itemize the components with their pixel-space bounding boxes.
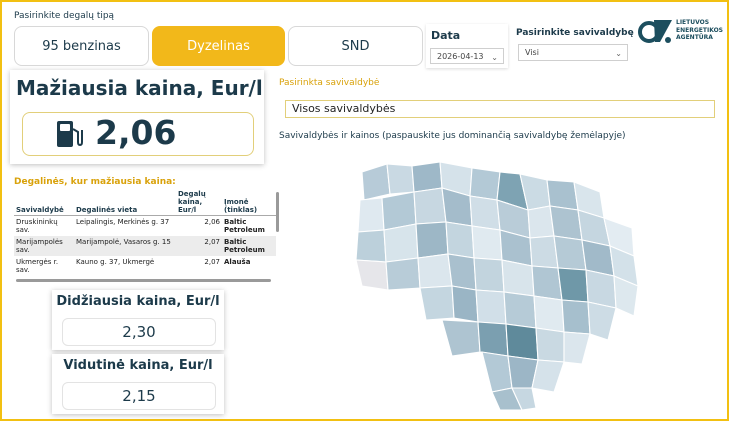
min-price-card: Mažiausia kaina, Eur/l 2,06	[10, 70, 264, 164]
column-header: Įmonė (tinklas)	[222, 189, 276, 216]
table-row[interactable]: Marijampolės sav. Marijampolė, Vasaros g…	[14, 236, 276, 256]
map-region[interactable]	[587, 301, 617, 341]
map-region[interactable]	[529, 235, 559, 269]
agency-logo-text: LIETUVOS ENERGETIKOS AGENTŪRA	[676, 19, 723, 41]
column-header: Degalų kaina, Eur/l	[176, 189, 222, 216]
map-region[interactable]	[355, 229, 387, 263]
max-price-card: Didžiausia kaina, Eur/l 2,30	[52, 290, 224, 350]
map-region[interactable]	[505, 323, 539, 361]
municipality-label: Pasirinkite savivaldybę	[516, 28, 634, 38]
date-dropdown[interactable]: 2026-04-13 ⌄	[430, 48, 504, 64]
cell-location: Marijampolė, Vasaros g. 15	[74, 236, 176, 256]
map-region[interactable]	[531, 265, 563, 301]
municipality-dropdown[interactable]: Visi ⌄	[518, 44, 628, 61]
fuel-pump-icon	[57, 121, 83, 147]
map-region[interactable]	[357, 197, 385, 233]
cell-price: 2,07	[204, 258, 220, 266]
map-region[interactable]	[561, 299, 591, 335]
map-region[interactable]	[411, 161, 443, 193]
map-region[interactable]	[477, 321, 509, 357]
map-region[interactable]	[557, 267, 589, 303]
table-horizontal-scrollbar[interactable]	[16, 279, 271, 282]
map-region[interactable]	[415, 221, 449, 259]
column-header: Savivaldybė	[14, 189, 74, 216]
map-region[interactable]	[475, 289, 507, 325]
stations-table: Savivaldybė Degalinės vieta Degalų kaina…	[14, 189, 276, 276]
map-region[interactable]	[503, 291, 537, 329]
map-region[interactable]	[501, 259, 535, 297]
fuel-type-label: Pasirinkite degalų tipą	[14, 11, 115, 21]
fuel-button-lpg[interactable]: SND	[288, 26, 423, 66]
map-region[interactable]	[549, 205, 583, 241]
cell-location: Leipalingis, Merkinės g. 37	[76, 218, 170, 226]
selected-municipality-box[interactable]: Visos savivaldybės	[285, 100, 715, 118]
municipality-map[interactable]	[342, 152, 662, 414]
map-title: Savivaldybės ir kainos (paspauskite jus …	[279, 131, 626, 141]
map-region[interactable]	[473, 257, 505, 293]
min-price-title: Mažiausia kaina, Eur/l	[16, 76, 263, 100]
max-price-value: 2,30	[62, 318, 216, 346]
cell-municipality: Ukmergės r. sav.	[16, 258, 59, 274]
column-header: Degalinės vieta	[74, 189, 176, 216]
map-region[interactable]	[553, 235, 587, 271]
cell-company: Alauša	[224, 258, 251, 266]
map-region[interactable]	[471, 225, 503, 261]
map-region[interactable]	[381, 191, 417, 231]
date-filter-card: Data 2026-04-13 ⌄	[426, 24, 508, 68]
cell-municipality: Marijampolės sav.	[14, 236, 74, 256]
map-region[interactable]	[413, 187, 447, 225]
map-region[interactable]	[447, 253, 477, 291]
date-value: 2026-04-13	[437, 51, 484, 61]
map-region[interactable]	[445, 221, 475, 259]
cell-company: Baltic Petroleum	[224, 218, 265, 234]
stations-title: Degalinės, kur mažiausia kaina:	[14, 177, 176, 187]
chevron-down-icon: ⌄	[615, 49, 622, 58]
min-price-value: 2,06	[95, 113, 177, 152]
stations-table-container[interactable]: Savivaldybė Degalinės vieta Degalų kaina…	[14, 189, 279, 283]
dashboard-frame: Pasirinkite degalų tipą 95 benzinas Dyze…	[0, 0, 729, 421]
map-region[interactable]	[417, 253, 453, 289]
map-region[interactable]	[386, 163, 415, 195]
map-region[interactable]	[361, 163, 391, 201]
avg-price-card: Vidutinė kaina, Eur/l 2,15	[52, 354, 224, 414]
agency-logo: LIETUVOS ENERGETIKOS AGENTŪRA	[638, 16, 726, 50]
fuel-button-diesel[interactable]: Dyzelinas	[152, 26, 285, 66]
map-region[interactable]	[469, 195, 501, 231]
fuel-button-95[interactable]: 95 benzinas	[14, 26, 149, 66]
min-price-box: 2,06	[22, 112, 254, 156]
table-row[interactable]: Ukmergės r. sav. Kauno g. 37, Ukmergė 2,…	[14, 256, 276, 276]
agency-logo-mark-icon	[638, 20, 672, 43]
cell-municipality: Druskininkų sav.	[16, 218, 58, 234]
map-region[interactable]	[469, 167, 501, 201]
date-label: Data	[431, 29, 461, 42]
map-region[interactable]	[355, 259, 389, 291]
map-region[interactable]	[531, 359, 565, 393]
avg-price-title: Vidutinė kaina, Eur/l	[63, 358, 213, 373]
map-region[interactable]	[563, 331, 591, 365]
table-row[interactable]: Druskininkų sav. Leipalingis, Merkinės g…	[14, 216, 276, 237]
selected-municipality-label: Pasirinkta savivaldybė	[279, 78, 380, 88]
municipality-filter-card: Pasirinkite savivaldybę Visi ⌄	[514, 24, 634, 68]
map-region[interactable]	[546, 179, 579, 211]
avg-price-value: 2,15	[62, 382, 216, 410]
municipality-value: Visi	[525, 48, 539, 57]
map-region[interactable]	[535, 327, 565, 363]
map-region[interactable]	[383, 223, 419, 263]
table-vertical-scrollbar[interactable]	[276, 192, 279, 232]
cell-company: Baltic Petroleum	[222, 236, 276, 256]
chevron-down-icon: ⌄	[491, 53, 498, 62]
map-region[interactable]	[481, 351, 513, 393]
map-region[interactable]	[385, 257, 421, 291]
cell-price: 2,07	[176, 236, 222, 256]
map-region[interactable]	[419, 285, 455, 321]
cell-price: 2,06	[204, 218, 220, 226]
map-region[interactable]	[451, 285, 479, 323]
map-region[interactable]	[441, 319, 481, 357]
cell-location: Kauno g. 37, Ukmergė	[76, 258, 155, 266]
map-region[interactable]	[533, 295, 565, 333]
max-price-title: Didžiausia kaina, Eur/l	[56, 294, 220, 309]
